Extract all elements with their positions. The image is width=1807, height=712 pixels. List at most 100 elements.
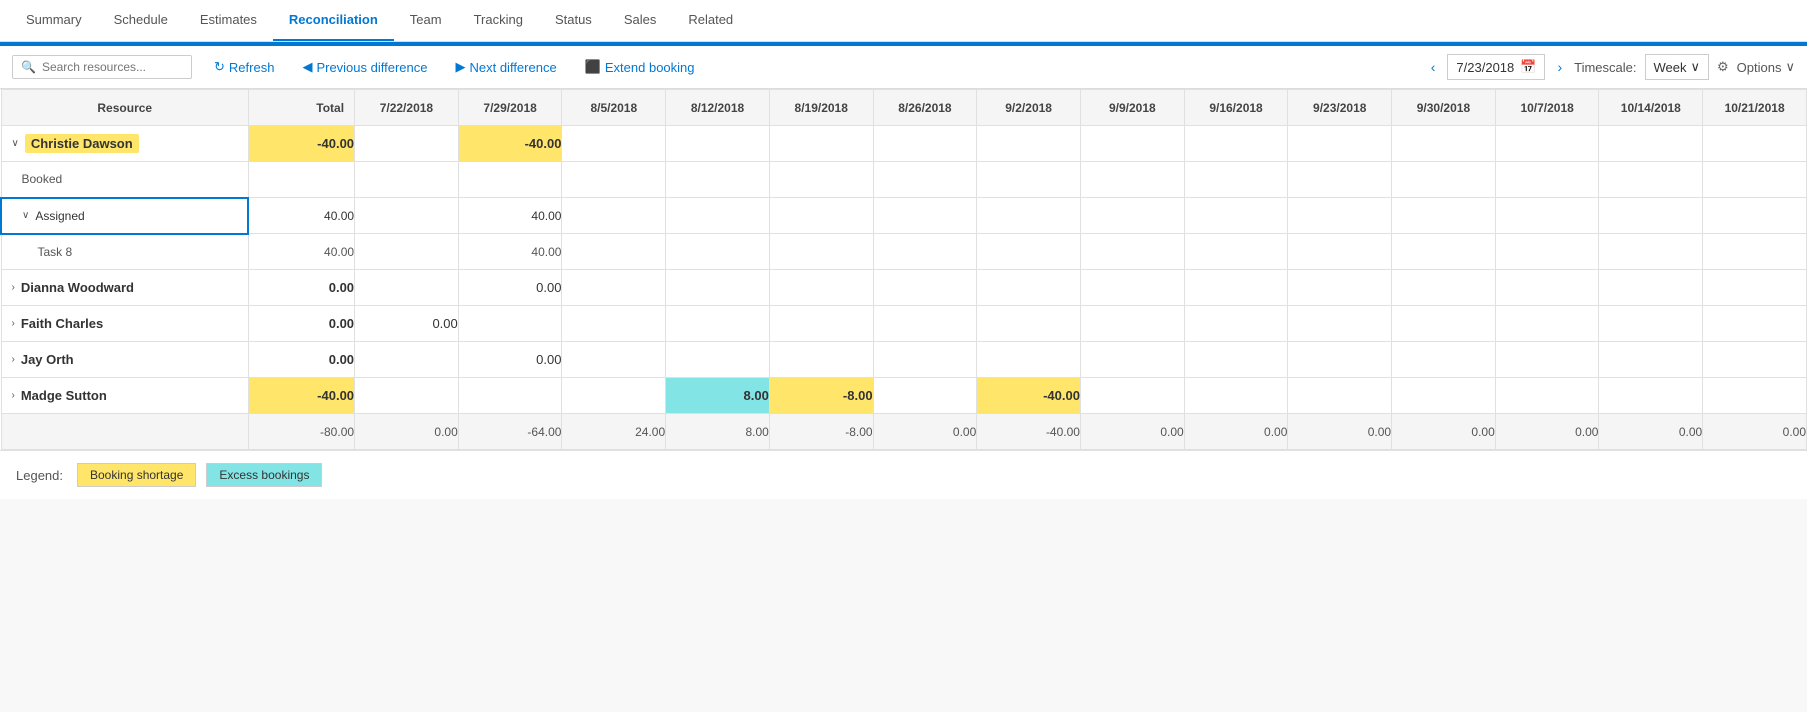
grid-container: Resource Total 7/22/2018 7/29/2018 8/5/2… xyxy=(0,89,1807,450)
cell-madge-total: -40.00 xyxy=(248,378,354,414)
timescale-select[interactable]: Week ∨ xyxy=(1645,54,1710,80)
table-row: › Faith Charles 0.00 0.00 xyxy=(1,306,1807,342)
tab-summary[interactable]: Summary xyxy=(10,0,98,41)
tab-tracking[interactable]: Tracking xyxy=(458,0,539,41)
table-row: › Jay Orth 0.00 0.00 xyxy=(1,342,1807,378)
calendar-icon: 📅 xyxy=(1520,59,1536,75)
gear-icon: ⚙ xyxy=(1717,59,1729,75)
legend-excess-bookings: Excess bookings xyxy=(206,463,322,487)
resource-name-faith: Faith Charles xyxy=(21,316,103,331)
header-total: Total xyxy=(248,90,354,126)
expand-icon-jay[interactable]: › xyxy=(12,354,15,365)
options-button[interactable]: Options ∨ xyxy=(1737,59,1795,75)
tab-sales[interactable]: Sales xyxy=(608,0,673,41)
cell-christie-5 xyxy=(873,126,977,162)
table-row: › Dianna Woodward 0.00 0.00 xyxy=(1,270,1807,306)
tab-schedule[interactable]: Schedule xyxy=(98,0,184,41)
refresh-icon: ↻ xyxy=(214,59,225,75)
header-date-1: 7/29/2018 xyxy=(458,90,562,126)
header-date-0: 7/22/2018 xyxy=(355,90,459,126)
total-6: 0.00 xyxy=(873,414,977,450)
expand-icon-assigned[interactable]: ∨ xyxy=(22,210,29,221)
cell-christie-13 xyxy=(1703,126,1807,162)
cell-jay-1: 0.00 xyxy=(458,342,562,378)
cell-christie-0 xyxy=(355,126,459,162)
legend: Legend: Booking shortage Excess bookings xyxy=(0,450,1807,499)
toolbar-right: ‹ 7/23/2018 📅 › Timescale: Week ∨ ⚙ Opti… xyxy=(1427,54,1795,80)
totals-label-cell xyxy=(1,414,248,450)
tab-team[interactable]: Team xyxy=(394,0,458,41)
totals-row: -80.00 0.00 -64.00 24.00 8.00 -8.00 0.00… xyxy=(1,414,1807,450)
header-date-4: 8/19/2018 xyxy=(769,90,873,126)
total-4: 8.00 xyxy=(666,414,770,450)
total-8: 0.00 xyxy=(1080,414,1184,450)
cell-madge-3: 8.00 xyxy=(666,378,770,414)
cell-christie-12 xyxy=(1599,126,1703,162)
total-0: -80.00 xyxy=(248,414,354,450)
resource-cell-madge: › Madge Sutton xyxy=(1,378,248,414)
header-row: Resource Total 7/22/2018 7/29/2018 8/5/2… xyxy=(1,90,1807,126)
total-14: 0.00 xyxy=(1703,414,1807,450)
resource-cell-faith: › Faith Charles xyxy=(1,306,248,342)
refresh-button[interactable]: ↻ Refresh xyxy=(208,55,280,79)
prev-icon: ◀ xyxy=(302,59,312,75)
total-9: 0.00 xyxy=(1184,414,1288,450)
search-box[interactable]: 🔍 xyxy=(12,55,192,79)
total-1: 0.00 xyxy=(355,414,459,450)
resource-cell-task8: Task 8 xyxy=(1,234,248,270)
tab-related[interactable]: Related xyxy=(672,0,749,41)
cell-christie-total: -40.00 xyxy=(248,126,354,162)
resource-cell-dianna: › Dianna Woodward xyxy=(1,270,248,306)
tab-status[interactable]: Status xyxy=(539,0,608,41)
assigned-label: Assigned xyxy=(35,209,84,223)
total-12: 0.00 xyxy=(1495,414,1599,450)
table-row: Task 8 40.00 40.00 xyxy=(1,234,1807,270)
toolbar: 🔍 ↻ Refresh ◀ Previous difference ▶ Next… xyxy=(0,46,1807,89)
resource-name-madge: Madge Sutton xyxy=(21,388,107,403)
cell-christie-8 xyxy=(1184,126,1288,162)
table-row: › Madge Sutton -40.00 8.00 -8.00 -40.00 xyxy=(1,378,1807,414)
resource-name-jay: Jay Orth xyxy=(21,352,74,367)
resource-name-christie: Christie Dawson xyxy=(25,134,139,153)
search-input[interactable] xyxy=(42,60,183,74)
cell-christie-4 xyxy=(769,126,873,162)
search-icon: 🔍 xyxy=(21,60,36,74)
total-7: -40.00 xyxy=(977,414,1081,450)
expand-icon-dianna[interactable]: › xyxy=(12,282,15,293)
expand-icon-christie[interactable]: ∨ xyxy=(12,138,19,149)
table-row: Booked xyxy=(1,162,1807,198)
cell-christie-9 xyxy=(1288,126,1392,162)
total-13: 0.00 xyxy=(1599,414,1703,450)
date-box[interactable]: 7/23/2018 📅 xyxy=(1447,54,1545,80)
tab-reconciliation[interactable]: Reconciliation xyxy=(273,0,394,41)
grid-table: Resource Total 7/22/2018 7/29/2018 8/5/2… xyxy=(0,89,1807,450)
chevron-down-icon: ∨ xyxy=(1691,59,1701,75)
header-date-6: 9/2/2018 xyxy=(977,90,1081,126)
extend-booking-button[interactable]: ⬛ Extend booking xyxy=(579,55,701,79)
legend-booking-shortage: Booking shortage xyxy=(77,463,196,487)
cell-dianna-1: 0.00 xyxy=(458,270,562,306)
tab-estimates[interactable]: Estimates xyxy=(184,0,273,41)
cell-assigned-1: 40.00 xyxy=(458,198,562,234)
resource-cell-assigned: ∨ Assigned xyxy=(1,198,248,234)
expand-icon-madge[interactable]: › xyxy=(12,390,15,401)
cell-madge-6: -40.00 xyxy=(977,378,1081,414)
cell-madge-4: -8.00 xyxy=(769,378,873,414)
prev-diff-button[interactable]: ◀ Previous difference xyxy=(296,55,433,79)
cell-dianna-total: 0.00 xyxy=(248,270,354,306)
nav-tabs: Summary Schedule Estimates Reconciliatio… xyxy=(0,0,1807,42)
header-date-2: 8/5/2018 xyxy=(562,90,666,126)
header-date-13: 10/21/2018 xyxy=(1703,90,1807,126)
cell-task8-total: 40.00 xyxy=(248,234,354,270)
total-10: 0.00 xyxy=(1288,414,1392,450)
cell-faith-0: 0.00 xyxy=(355,306,459,342)
expand-icon-faith[interactable]: › xyxy=(12,318,15,329)
resource-cell-jay: › Jay Orth xyxy=(1,342,248,378)
date-prev-arrow[interactable]: ‹ xyxy=(1427,55,1440,79)
cell-christie-7 xyxy=(1080,126,1184,162)
header-date-10: 9/30/2018 xyxy=(1392,90,1496,126)
date-next-arrow[interactable]: › xyxy=(1553,55,1566,79)
next-diff-button[interactable]: ▶ Next difference xyxy=(449,55,562,79)
cell-task8-1: 40.00 xyxy=(458,234,562,270)
cell-christie-11 xyxy=(1495,126,1599,162)
